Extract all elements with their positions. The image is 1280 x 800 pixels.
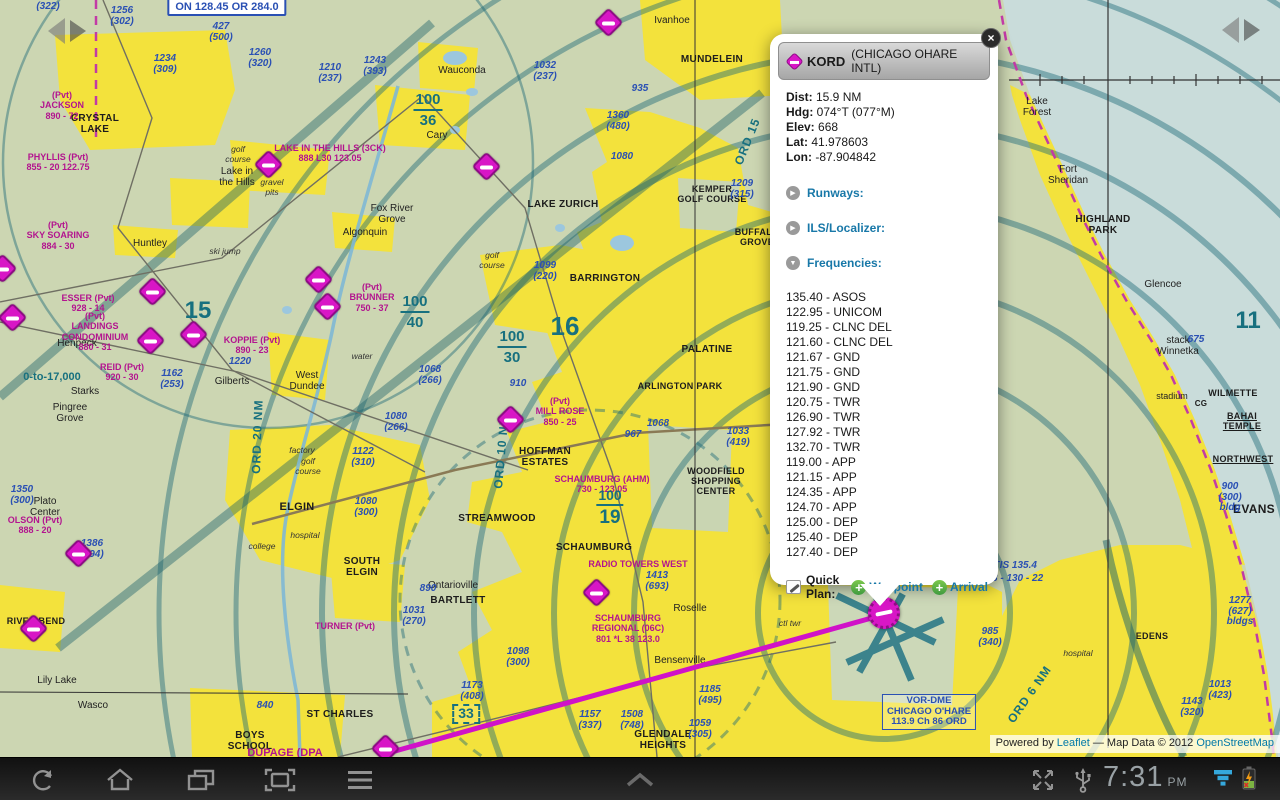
airport-marker[interactable] [593, 7, 623, 37]
popup-tail [860, 584, 900, 606]
stat-line: Hdg: 074°T (077°M) [786, 105, 988, 120]
frequency-item: 127.40 - DEP [786, 545, 988, 560]
airport-markers-layer [0, 0, 1280, 757]
openstreetmap-link[interactable]: OpenStreetMap [1196, 737, 1274, 749]
frequency-item: 132.70 - TWR [786, 440, 988, 455]
airport-marker[interactable] [178, 319, 208, 349]
frequency-item: 119.25 - CLNC DEL [786, 320, 988, 335]
airport-stats: Dist: 15.9 NMHdg: 074°T (077°M)Elev: 668… [786, 90, 988, 165]
frequency-item: 119.00 - APP [786, 455, 988, 470]
clock-ampm: PM [1167, 775, 1187, 789]
frequency-item: 125.40 - DEP [786, 530, 988, 545]
airport-marker[interactable] [63, 538, 93, 568]
tablet-screen: CRYSTAL LAKECaryFox River GroveAlgonquin… [0, 0, 1280, 800]
fullscreen-icon[interactable] [1020, 764, 1066, 796]
airport-name: (CHICAGO OHARE INTL) [851, 47, 983, 75]
recent-apps-button[interactable] [178, 764, 224, 796]
airport-diamond-icon [785, 52, 803, 70]
airport-info-popup: × KORD (CHICAGO OHARE INTL) Dist: 15.9 N… [770, 34, 998, 585]
airport-marker[interactable] [0, 253, 17, 283]
add-arrival-button[interactable]: +Arrival [932, 580, 988, 595]
menu-button[interactable] [337, 764, 383, 796]
section-frequencies[interactable]: ▼ Frequencies: [786, 256, 988, 270]
airport-marker[interactable] [471, 151, 501, 181]
expand-icon[interactable]: ▶ [786, 221, 800, 235]
section-ilslocalizer[interactable]: ▶ ILS/Localizer: [786, 221, 988, 235]
section-label[interactable]: ILS/Localizer: [807, 221, 885, 235]
airport-marker[interactable] [137, 276, 167, 306]
screenshot-button[interactable] [257, 764, 303, 796]
frequency-item: 127.92 - TWR [786, 425, 988, 440]
usb-icon [1072, 767, 1094, 798]
attribution-middle: — Map Data © 2012 [1090, 737, 1197, 749]
clock-time: 7:31 [1103, 761, 1163, 793]
stat-line: Lon: -87.904842 [786, 150, 988, 165]
popup-header: KORD (CHICAGO OHARE INTL) [778, 42, 990, 80]
airport-marker[interactable] [135, 325, 165, 355]
frequency-list: 135.40 - ASOS122.95 - UNICOM119.25 - CLN… [786, 290, 988, 560]
frequency-item: 125.00 - DEP [786, 515, 988, 530]
airport-marker[interactable] [370, 733, 400, 757]
map-attribution: Powered by Leaflet — Map Data © 2012 Ope… [990, 735, 1280, 753]
action-label[interactable]: Arrival [950, 580, 988, 594]
airport-marker[interactable] [312, 291, 342, 321]
attribution-powered: Powered by [996, 737, 1057, 749]
quick-plan-icon [786, 580, 801, 594]
section-label[interactable]: Frequencies: [807, 256, 882, 270]
airport-marker[interactable] [495, 404, 525, 434]
frequency-item: 121.15 - APP [786, 470, 988, 485]
airport-marker[interactable] [0, 302, 27, 332]
battery-icon [1242, 766, 1256, 795]
frequency-item: 122.95 - UNICOM [786, 305, 988, 320]
wifi-icon [1212, 769, 1234, 792]
frequency-item: 124.35 - APP [786, 485, 988, 500]
airport-marker[interactable] [18, 613, 48, 643]
frequency-item: 121.60 - CLNC DEL [786, 335, 988, 350]
airport-marker[interactable] [303, 264, 333, 294]
section-label[interactable]: Runways: [807, 186, 864, 200]
frequency-item: 121.75 - GND [786, 365, 988, 380]
section-runways[interactable]: ▶ Runways: [786, 186, 988, 200]
clock: 7:31 PM [1103, 761, 1187, 794]
frequency-item: 126.90 - TWR [786, 410, 988, 425]
frequency-item: 121.90 - GND [786, 380, 988, 395]
stat-line: Lat: 41.978603 [786, 135, 988, 150]
expand-icon[interactable]: ▶ [786, 186, 800, 200]
airport-marker[interactable] [581, 577, 611, 607]
frequency-item: 120.75 - TWR [786, 395, 988, 410]
collapse-icon[interactable]: ▼ [786, 256, 800, 270]
stat-line: Elev: 668 [786, 120, 988, 135]
airport-code: KORD [807, 54, 845, 69]
stat-line: Dist: 15.9 NM [786, 90, 988, 105]
frequency-item: 135.40 - ASOS [786, 290, 988, 305]
quick-plan-label: Quick Plan: [806, 573, 841, 601]
expand-panel-chevron[interactable] [617, 764, 663, 796]
frequency-item: 121.67 - GND [786, 350, 988, 365]
airport-marker[interactable] [253, 149, 283, 179]
leaflet-link[interactable]: Leaflet [1057, 737, 1090, 749]
home-button[interactable] [97, 764, 143, 796]
map-pan-arrows-right[interactable] [1220, 15, 1264, 45]
back-button[interactable] [18, 764, 64, 796]
map-pan-arrows-left[interactable] [46, 16, 90, 46]
close-icon[interactable]: × [981, 28, 1001, 48]
map[interactable]: CRYSTAL LAKECaryFox River GroveAlgonquin… [0, 0, 1280, 757]
plus-icon: + [932, 580, 947, 595]
frequency-item: 124.70 - APP [786, 500, 988, 515]
popup-sections: ▶ Runways: ▶ ILS/Localizer: ▼ Frequencies: [786, 186, 988, 270]
android-system-bar: 7:31 PM [0, 757, 1280, 800]
